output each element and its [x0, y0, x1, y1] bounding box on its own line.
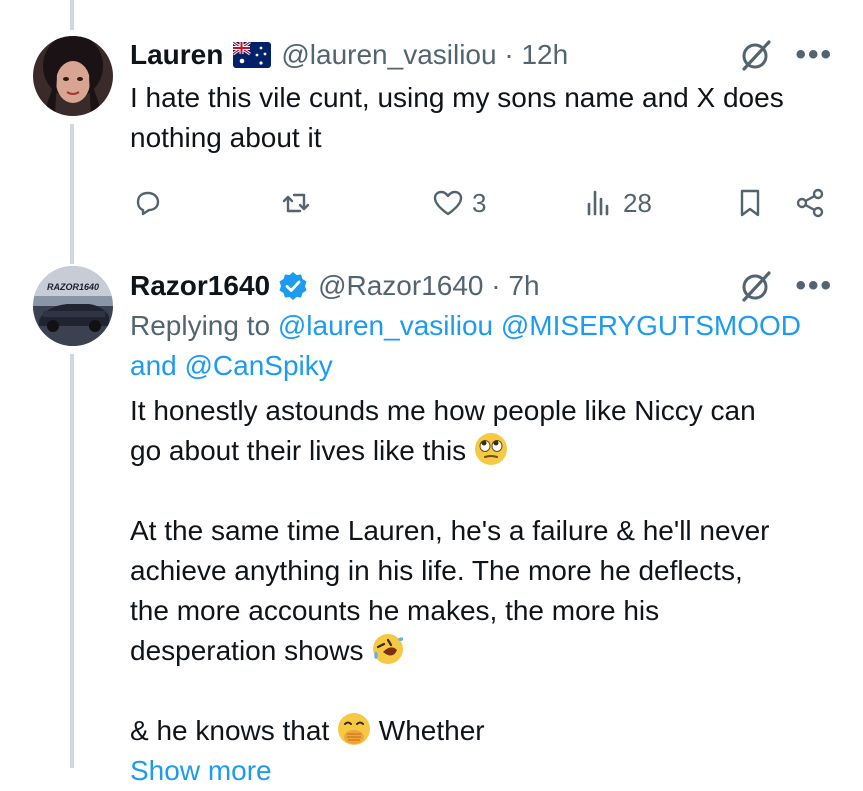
- views-count: 28: [623, 187, 652, 218]
- tweet-lauren[interactable]: Lauren @lauren_vasiliou · 12h ••• I hate…: [130, 35, 833, 158]
- avatar-text: RAZOR1640: [47, 282, 99, 292]
- avatar-lauren[interactable]: [33, 36, 113, 116]
- tweet-header-actions: •••: [739, 35, 833, 75]
- views-button[interactable]: 28: [583, 187, 652, 219]
- rolling-laughing-emoji-icon: [373, 634, 404, 664]
- separator: ·: [496, 39, 522, 70]
- retweet-icon: [282, 193, 310, 213]
- more-options-icon[interactable]: •••: [795, 40, 833, 70]
- hand-over-mouth-emoji-icon: [338, 713, 371, 745]
- tweet-text-line: achieve anything in his life. The more h…: [130, 555, 743, 586]
- tweet-header: Lauren @lauren_vasiliou · 12h: [130, 35, 833, 75]
- bookmark-icon: [740, 189, 760, 217]
- tweet-text-line: desperation shows: [130, 631, 833, 671]
- like-count: 3: [472, 187, 487, 218]
- separator: ·: [483, 270, 509, 301]
- tweet-text-line: & he knows that Whether: [130, 711, 833, 751]
- timestamp[interactable]: 7h: [508, 270, 539, 302]
- verified-badge-icon: [279, 272, 307, 300]
- tweet-text-line: nothing about it: [130, 122, 322, 153]
- tweet-text-span: go about their lives like this: [130, 435, 467, 466]
- thread-line-middle: [70, 124, 74, 264]
- tweet-text-span: desperation shows: [130, 635, 364, 666]
- replying-to-and: and: [130, 350, 177, 381]
- mention-link[interactable]: @CanSpiky: [185, 350, 333, 381]
- tweet-header: Razor1640 @Razor1640 · 7h: [130, 266, 833, 306]
- handle[interactable]: @lauren_vasiliou: [281, 39, 496, 71]
- tweet-text-span: & he knows that: [130, 715, 330, 746]
- tweet-actions: 3 28: [130, 183, 833, 223]
- tweet-text-line: the more accounts he makes, the more his: [130, 595, 660, 626]
- australia-flag-icon: [233, 42, 272, 68]
- tweet-text-line: It honestly astounds me how people like …: [130, 395, 756, 426]
- thread-line-top: [70, 0, 74, 30]
- retweet-button[interactable]: [280, 187, 312, 219]
- tweet-razor1640[interactable]: Razor1640 @Razor1640 · 7h ••• Replying t…: [130, 266, 833, 791]
- tweet-text-line: I hate this vile cunt, using my sons nam…: [130, 82, 784, 113]
- grok-icon[interactable]: [739, 269, 773, 303]
- avatar-razor1640[interactable]: RAZOR1640: [33, 266, 113, 346]
- grok-icon[interactable]: [739, 38, 773, 72]
- tweet-text-line: At the same time Lauren, he's a failure …: [130, 515, 770, 546]
- share-icon: [796, 188, 824, 218]
- more-options-icon[interactable]: •••: [795, 271, 833, 301]
- tweet-text: It honestly astounds me how people like …: [130, 391, 833, 791]
- reply-button[interactable]: [132, 187, 164, 219]
- eye-roll-emoji-icon: [474, 433, 507, 465]
- replying-to-label: Replying to: [130, 310, 271, 341]
- mention-link[interactable]: @lauren_vasiliou: [278, 310, 493, 341]
- tweet-header-actions: •••: [739, 266, 833, 306]
- share-button[interactable]: [794, 187, 826, 219]
- tweet-text: I hate this vile cunt, using my sons nam…: [130, 78, 833, 158]
- tweet-text-span: Whether: [378, 715, 485, 746]
- heart-icon: [433, 190, 463, 216]
- display-name[interactable]: Lauren: [130, 39, 223, 71]
- timestamp[interactable]: 12h: [521, 39, 568, 71]
- like-button[interactable]: 3: [432, 187, 486, 219]
- bookmark-button[interactable]: [734, 187, 766, 219]
- reply-icon: [136, 191, 160, 216]
- mention-link[interactable]: @MISERYGUTSMOOD: [501, 310, 801, 341]
- tweet-text-line: go about their lives like this: [130, 431, 833, 471]
- thread-line-bottom: [70, 354, 74, 768]
- handle[interactable]: @Razor1640: [318, 270, 483, 302]
- display-name[interactable]: Razor1640: [130, 270, 270, 302]
- views-icon: [587, 190, 609, 216]
- replying-to: Replying to @lauren_vasiliou @MISERYGUTS…: [130, 306, 833, 386]
- show-more-link[interactable]: Show more: [130, 751, 833, 791]
